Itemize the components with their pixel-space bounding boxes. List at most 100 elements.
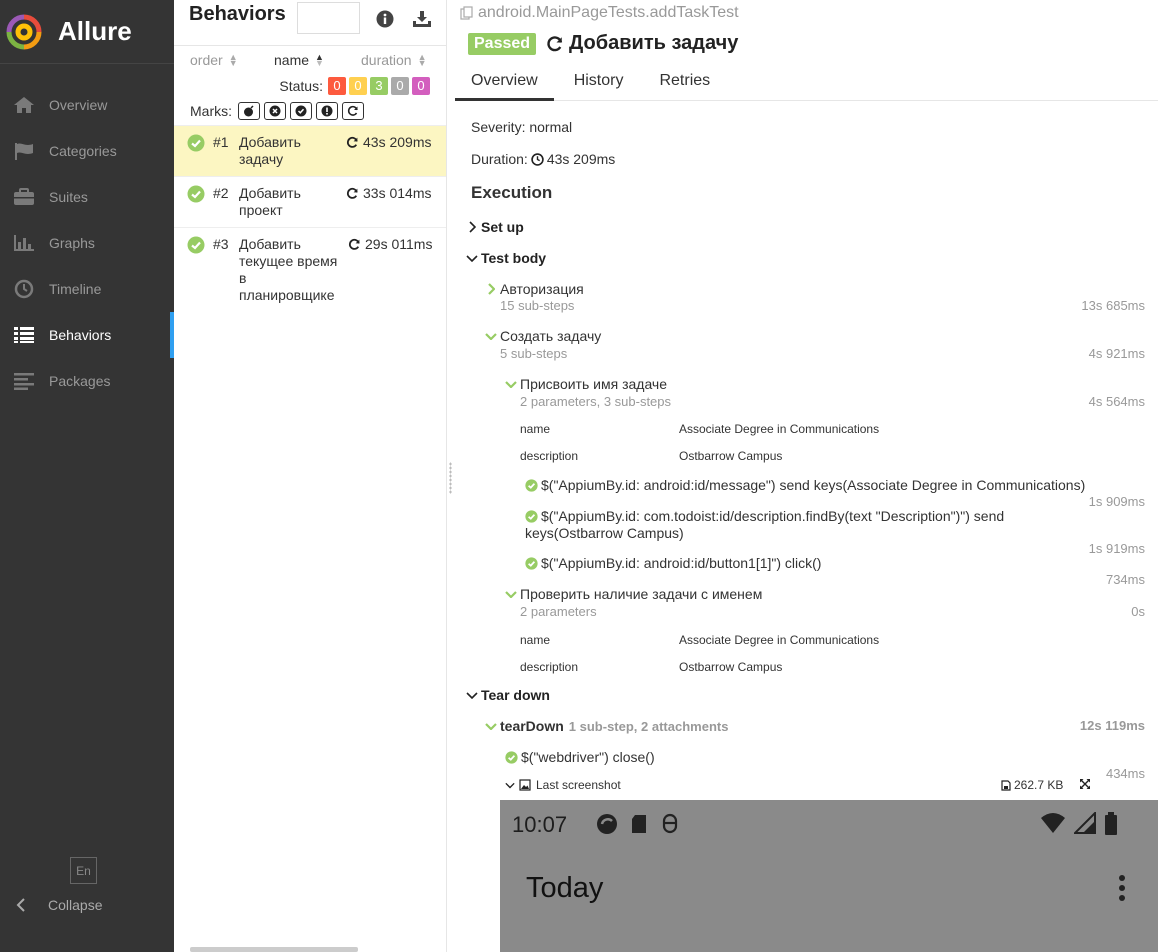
sidebar-item-timeline[interactable]: Timeline bbox=[0, 266, 174, 312]
passed-icon bbox=[525, 510, 538, 523]
sort-order-label: order bbox=[190, 52, 223, 68]
passed-icon bbox=[505, 751, 518, 764]
phone-heading: Today bbox=[526, 872, 604, 904]
mark-retries-button[interactable] bbox=[342, 102, 364, 120]
step-name: Проверить наличие задачи с именем bbox=[520, 586, 763, 602]
step-check[interactable]: Проверить наличие задачи с именем bbox=[504, 586, 762, 602]
step-time: 734ms bbox=[1105, 572, 1145, 587]
attachment-row[interactable]: Last screenshot bbox=[505, 778, 621, 792]
drag-handle-icon[interactable] bbox=[449, 462, 452, 494]
horizontal-scrollbar[interactable] bbox=[190, 947, 358, 952]
refresh-icon bbox=[347, 105, 358, 116]
status-badge-broken[interactable]: 0 bbox=[349, 77, 367, 95]
step-create[interactable]: Создать задачу bbox=[484, 328, 601, 344]
info-icon[interactable] bbox=[376, 10, 394, 28]
mark-new-failed-button[interactable] bbox=[264, 102, 286, 120]
step-name: Создать задачу bbox=[500, 328, 602, 344]
status-badge-skipped[interactable]: 0 bbox=[391, 77, 409, 95]
briefcase-icon bbox=[12, 187, 36, 207]
test-number: #3 bbox=[213, 236, 229, 252]
sidebar-item-label: Suites bbox=[49, 189, 88, 205]
list-item[interactable]: #2 Добавить проект 33s 014ms bbox=[174, 176, 446, 227]
test-title-row: Passed Добавить задачу bbox=[468, 32, 738, 55]
list-item[interactable]: #1 Добавить задачу 43s 209ms bbox=[174, 125, 446, 176]
image-icon bbox=[519, 779, 531, 791]
expand-icon[interactable] bbox=[1079, 778, 1091, 790]
test-number: #1 bbox=[213, 134, 229, 150]
marks-filter: Marks: bbox=[174, 98, 446, 124]
sort-by-name[interactable]: name ▲ ▼ bbox=[274, 52, 324, 68]
tab-retries[interactable]: Retries bbox=[639, 63, 726, 101]
param-key: description bbox=[520, 449, 579, 463]
leaf-step: $("AppiumBy.id: android:id/message") sen… bbox=[525, 477, 1105, 494]
list-item[interactable]: #3 Добавить текущее время в планировщике… bbox=[174, 227, 446, 312]
step-substeps: 2 parameters bbox=[520, 604, 597, 619]
sidebar-item-suites[interactable]: Suites bbox=[0, 174, 174, 220]
test-duration-text: 29s 011ms bbox=[365, 236, 433, 252]
mark-new-passed-button[interactable] bbox=[290, 102, 312, 120]
sidebar-item-overview[interactable]: Overview bbox=[0, 82, 174, 128]
setup-section[interactable]: Set up bbox=[465, 219, 524, 235]
sidebar-item-label: Overview bbox=[49, 97, 108, 113]
sort-by-duration[interactable]: duration ▲ ▼ bbox=[361, 52, 427, 68]
mark-new-broken-button[interactable] bbox=[316, 102, 338, 120]
breadcrumb-text: android.MainPageTests.addTaskTest bbox=[478, 4, 739, 21]
test-duration: 33s 014ms bbox=[346, 185, 431, 201]
phone-system-icons bbox=[1040, 812, 1118, 836]
download-icon[interactable] bbox=[412, 10, 432, 28]
leaf-step-text: $("AppiumBy.id: android:id/button1[1]") … bbox=[541, 555, 822, 571]
clock-icon bbox=[12, 279, 36, 299]
passed-icon bbox=[187, 134, 205, 152]
sidebar-item-packages[interactable]: Packages bbox=[0, 358, 174, 404]
test-duration-text: 43s 209ms bbox=[363, 134, 432, 150]
bomb-icon bbox=[244, 105, 254, 117]
teardown-section[interactable]: Tear down bbox=[465, 687, 550, 703]
param-key: description bbox=[520, 660, 579, 674]
tree-title: Behaviors bbox=[189, 3, 286, 25]
chevron-down-icon bbox=[465, 254, 479, 262]
tab-history[interactable]: History bbox=[554, 63, 640, 101]
refresh-icon bbox=[346, 187, 358, 199]
leaf-step-text: $("AppiumBy.id: com.todoist:id/descripti… bbox=[525, 508, 1005, 541]
status-badge-unknown[interactable]: 0 bbox=[412, 77, 430, 95]
collapse-button[interactable]: Collapse bbox=[16, 897, 102, 913]
app-name: Allure bbox=[58, 16, 132, 46]
status-badge-passed[interactable]: 3 bbox=[370, 77, 388, 95]
language-switch[interactable]: En bbox=[70, 857, 97, 884]
status-badge-failed[interactable]: 0 bbox=[328, 77, 346, 95]
sidebar-item-graphs[interactable]: Graphs bbox=[0, 220, 174, 266]
execution-heading: Execution bbox=[471, 183, 553, 202]
param-key: name bbox=[520, 422, 551, 436]
list-icon bbox=[12, 325, 36, 345]
test-name: Добавить текущее время в планировщике bbox=[239, 236, 338, 303]
param-value: Ostbarrow Campus bbox=[679, 660, 783, 674]
test-body-section[interactable]: Test body bbox=[465, 250, 546, 266]
file-icon bbox=[1001, 779, 1011, 791]
breadcrumb[interactable]: android.MainPageTests.addTaskTest bbox=[460, 4, 739, 22]
copy-icon[interactable] bbox=[460, 6, 474, 20]
step-assign[interactable]: Присвоить имя задаче bbox=[504, 376, 667, 392]
sidebar-item-categories[interactable]: Categories bbox=[0, 128, 174, 174]
test-body-label: Test body bbox=[481, 250, 547, 266]
sort-by-order[interactable]: order ▲ ▼ bbox=[190, 52, 238, 68]
passed-icon bbox=[525, 479, 538, 492]
step-auth[interactable]: Авторизация bbox=[484, 281, 584, 297]
todoist-icon bbox=[597, 814, 617, 834]
param-key: name bbox=[520, 633, 551, 647]
page-title-text: Добавить задачу bbox=[569, 32, 739, 54]
wifi-icon bbox=[1041, 813, 1065, 833]
sidebar-item-behaviors[interactable]: Behaviors bbox=[0, 312, 174, 358]
setup-label: Set up bbox=[481, 219, 524, 235]
step-substeps: 5 sub-steps bbox=[500, 346, 568, 361]
mark-flaky-button[interactable] bbox=[238, 102, 260, 120]
status-filter: Status: 0 0 3 0 0 bbox=[174, 74, 446, 98]
step-teardown[interactable]: tearDown 1 sub-step, 2 attachments bbox=[484, 718, 728, 734]
search-input[interactable] bbox=[296, 2, 360, 34]
tab-overview[interactable]: Overview bbox=[455, 63, 554, 101]
logo[interactable]: Allure bbox=[0, 0, 174, 64]
detail-pane: android.MainPageTests.addTaskTest Passed… bbox=[455, 0, 1158, 952]
chevron-down-icon bbox=[504, 380, 518, 388]
chevron-down-icon bbox=[504, 590, 518, 598]
collapse-label: Collapse bbox=[48, 897, 103, 913]
step-time: 1s 919ms bbox=[1088, 541, 1145, 556]
